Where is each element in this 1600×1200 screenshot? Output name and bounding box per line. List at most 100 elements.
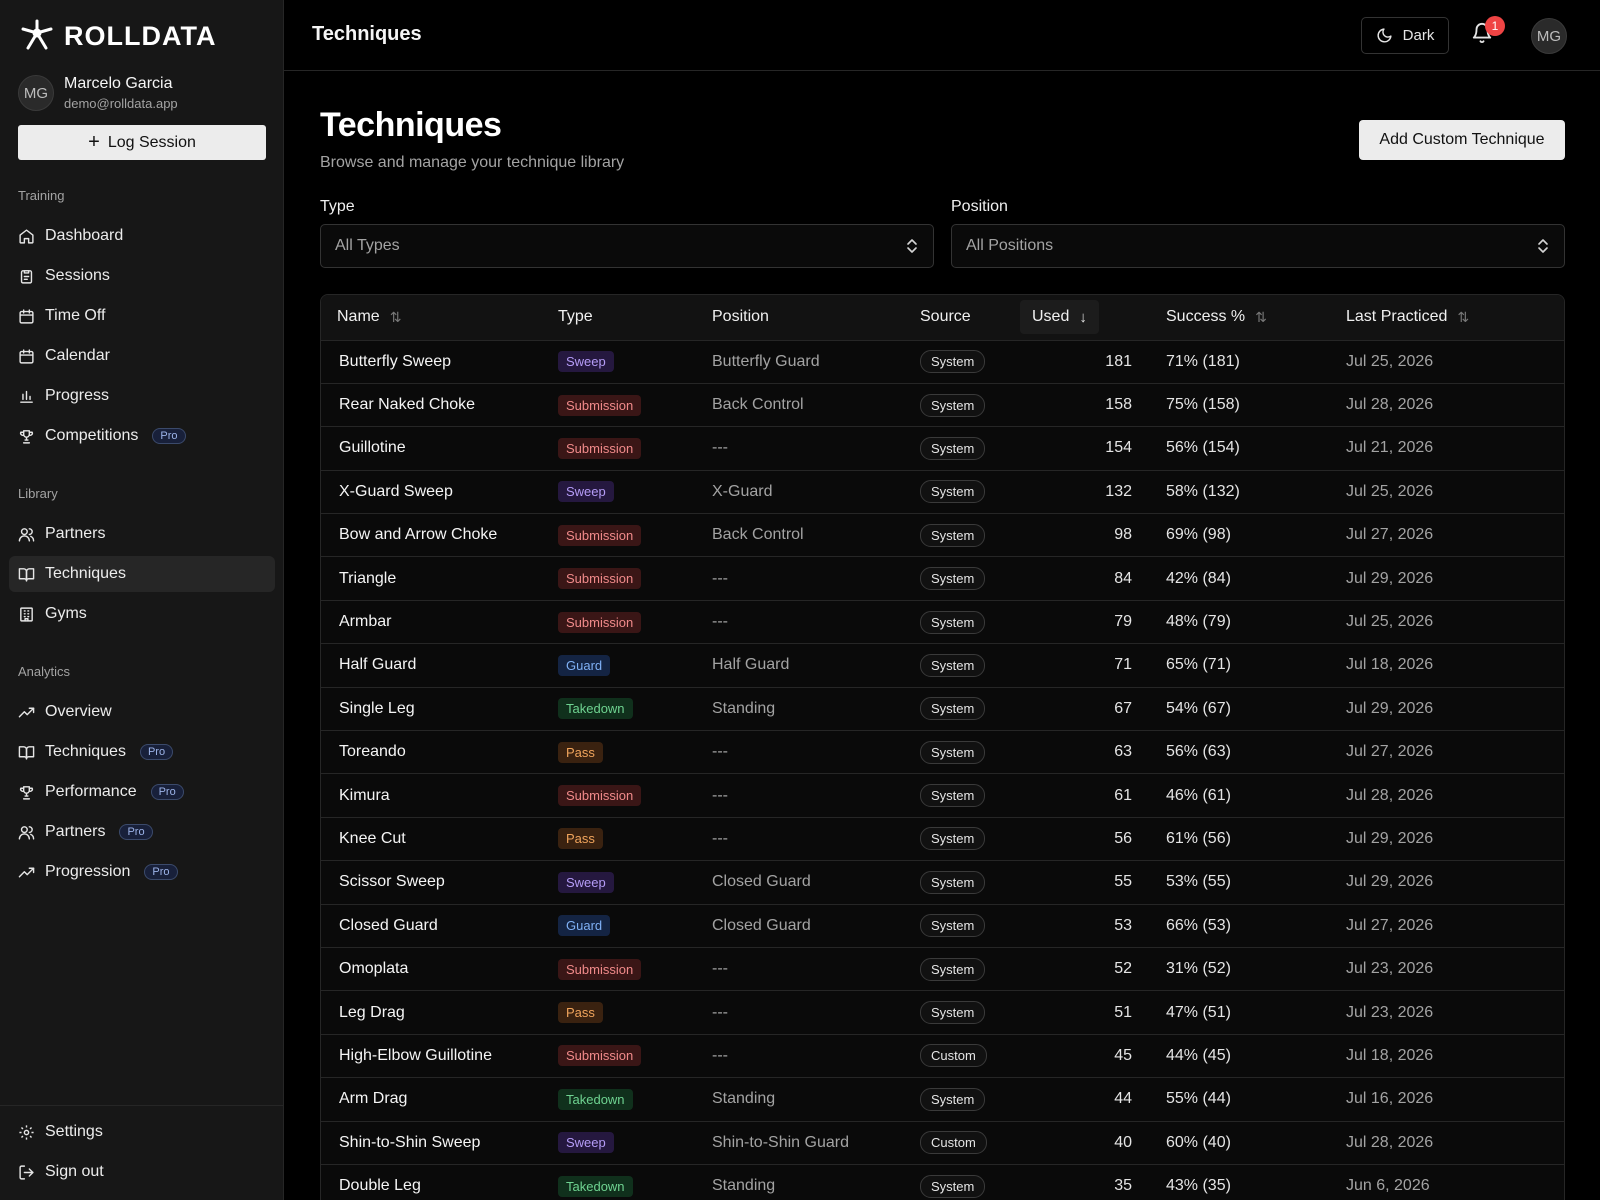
sidebar-item-label: Progress	[45, 387, 110, 404]
sidebar-item-performance[interactable]: Performance Pro	[9, 774, 275, 810]
cell-position: Standing	[712, 1177, 776, 1195]
sidebar-item-label: Competitions	[45, 427, 139, 444]
cell-used: 84	[1114, 569, 1132, 587]
cell-used: 40	[1114, 1133, 1132, 1151]
theme-toggle-button[interactable]: Dark	[1361, 17, 1449, 54]
topbar: Techniques Dark 1 MG	[284, 0, 1600, 71]
sidebar-item-sign-out[interactable]: Sign out	[9, 1154, 275, 1190]
log-session-button[interactable]: + Log Session	[18, 125, 266, 160]
cell-used: 53	[1114, 916, 1132, 934]
sidebar-item-partners[interactable]: Partners Pro	[9, 814, 275, 850]
cell-type: Sweep	[558, 340, 712, 383]
table-row[interactable]: Scissor Sweep Sweep Closed Guard System 55 53…	[321, 860, 1564, 904]
sidebar-item-techniques[interactable]: Techniques Pro	[9, 734, 275, 770]
cell-position: ---	[712, 960, 728, 978]
type-select[interactable]: All Types	[320, 224, 934, 268]
sidebar-item-progress[interactable]: Progress	[9, 378, 275, 414]
sidebar-item-dashboard[interactable]: Dashboard	[9, 218, 275, 254]
table-row[interactable]: Toreando Pass --- System 63 56% (63) Jul 27, 2…	[321, 730, 1564, 774]
table-header-row: Name ⇅ Type Position Source Used ↓ Success…	[321, 295, 1564, 340]
cell-success: 65% (71)	[1166, 656, 1231, 674]
table-row[interactable]: Rear Naked Choke Submission Back Control Sy…	[321, 383, 1564, 426]
users-icon	[18, 825, 35, 840]
cell-success: 71% (181)	[1166, 352, 1240, 370]
source-badge: System	[920, 480, 986, 504]
table-row[interactable]: Double Leg Takedown Standing System 35 43% (3…	[321, 1164, 1564, 1200]
cell-last-practiced: Jul 25, 2026	[1346, 482, 1434, 500]
type-badge: Guard	[558, 915, 611, 937]
cell-name: Triangle	[339, 569, 397, 587]
table-row[interactable]: Guillotine Submission --- System 154 56% (154…	[321, 426, 1564, 470]
cell-name: Arm Drag	[339, 1090, 408, 1108]
table-row[interactable]: X-Guard Sweep Sweep X-Guard System 132 58% (1…	[321, 470, 1564, 513]
cell-name: Single Leg	[339, 699, 415, 717]
cell-name: Bow and Arrow Choke	[339, 526, 498, 544]
sidebar-item-calendar[interactable]: Calendar	[9, 338, 275, 374]
table-row[interactable]: Knee Cut Pass --- System 56 61% (56) Jul 29, 2…	[321, 817, 1564, 860]
column-header-name[interactable]: Name ⇅	[321, 295, 558, 340]
cell-source: Custom	[920, 1034, 1032, 1077]
cell-used: 35	[1114, 1177, 1132, 1195]
sidebar-item-overview[interactable]: Overview	[9, 694, 275, 730]
column-header-used[interactable]: Used ↓	[1020, 295, 1150, 340]
position-select[interactable]: All Positions	[951, 224, 1565, 268]
source-badge: System	[920, 740, 986, 764]
table-row[interactable]: Butterfly Sweep Sweep Butterfly Guard Syste…	[321, 340, 1564, 383]
avatar[interactable]: MG	[1531, 18, 1567, 54]
sidebar-item-techniques[interactable]: Techniques	[9, 556, 275, 592]
cell-position: Shin-to-Shin Guard	[712, 1133, 849, 1151]
table-row[interactable]: Leg Drag Pass --- System 51 47% (51) Jul 23, 2…	[321, 990, 1564, 1034]
cell-position: Standing	[712, 1090, 776, 1108]
cell-success: 48% (79)	[1166, 613, 1231, 631]
table-row[interactable]: Kimura Submission --- System 61 46% (61) Jul 2…	[321, 773, 1564, 817]
table-row[interactable]: Armbar Submission --- System 79 48% (79) Jul 2…	[321, 600, 1564, 643]
notifications-button[interactable]: 1	[1471, 16, 1505, 48]
nav-section-label: Library	[18, 486, 58, 501]
column-header-success[interactable]: Success % ⇅	[1150, 295, 1328, 340]
table-row[interactable]: Bow and Arrow Choke Submission Back Contro…	[321, 513, 1564, 557]
column-header-label: Last Practiced	[1346, 308, 1448, 326]
sidebar-item-label: Time Off	[45, 307, 106, 324]
cell-position: Butterfly Guard	[712, 352, 820, 370]
table-row[interactable]: Half Guard Guard Half Guard System 71 65% (71…	[321, 643, 1564, 687]
sidebar-item-settings[interactable]: Settings	[9, 1114, 275, 1150]
table-row[interactable]: Triangle Submission --- System 84 42% (84) Jul…	[321, 556, 1564, 600]
position-select-value: All Positions	[966, 237, 1054, 254]
cell-last-practiced: Jul 29, 2026	[1346, 829, 1434, 847]
app-name: ROLLDATA	[64, 20, 217, 51]
sidebar-item-progression[interactable]: Progression Pro	[9, 854, 275, 890]
table-row[interactable]: High-Elbow Guillotine Submission --- Custom…	[321, 1034, 1564, 1077]
cell-used: 71	[1114, 656, 1132, 674]
cell-position: Standing	[712, 699, 776, 717]
type-select-value: All Types	[335, 237, 400, 254]
type-badge: Pass	[558, 741, 603, 763]
column-header-label: Success %	[1166, 308, 1246, 326]
table-row[interactable]: Omoplata Submission --- System 52 31% (52) Jul…	[321, 947, 1564, 990]
user-profile[interactable]: MG Marcelo Garcia demo@rolldata.app	[18, 75, 178, 111]
sidebar-item-partners[interactable]: Partners	[9, 516, 275, 552]
source-badge: System	[920, 653, 986, 677]
logo[interactable]: ROLLDATA	[18, 18, 216, 54]
table-row[interactable]: Single Leg Takedown Standing System 67 54% (6…	[321, 687, 1564, 730]
table-row[interactable]: Shin-to-Shin Sweep Sweep Shin-to-Shin Guar…	[321, 1121, 1564, 1164]
cell-last-practiced: Jul 27, 2026	[1346, 743, 1434, 761]
cell-type: Sweep	[558, 470, 712, 513]
cell-name: Closed Guard	[339, 916, 438, 934]
cell-source: System	[920, 947, 1032, 990]
cell-position: Closed Guard	[712, 916, 811, 934]
add-custom-technique-button[interactable]: Add Custom Technique	[1359, 120, 1565, 160]
cell-name: Double Leg	[339, 1177, 421, 1195]
table-row[interactable]: Arm Drag Takedown Standing System 44 55% (44)…	[321, 1077, 1564, 1121]
sidebar-item-sessions[interactable]: Sessions	[9, 258, 275, 294]
users-icon	[18, 527, 35, 542]
cell-source: System	[920, 1078, 1032, 1121]
cell-type: Submission	[558, 383, 712, 426]
table-row[interactable]: Closed Guard Guard Closed Guard System 53 66%…	[321, 904, 1564, 947]
cell-name: Rear Naked Choke	[339, 396, 476, 414]
sidebar-item-competitions[interactable]: Competitions Pro	[9, 418, 275, 454]
sidebar-item-time-off[interactable]: Time Off	[9, 298, 275, 334]
column-header-last-practiced[interactable]: Last Practiced ⇅	[1328, 295, 1564, 340]
column-header-label: Position	[712, 308, 769, 326]
building-icon	[20, 606, 33, 622]
sidebar-item-gyms[interactable]: Gyms	[9, 596, 275, 632]
